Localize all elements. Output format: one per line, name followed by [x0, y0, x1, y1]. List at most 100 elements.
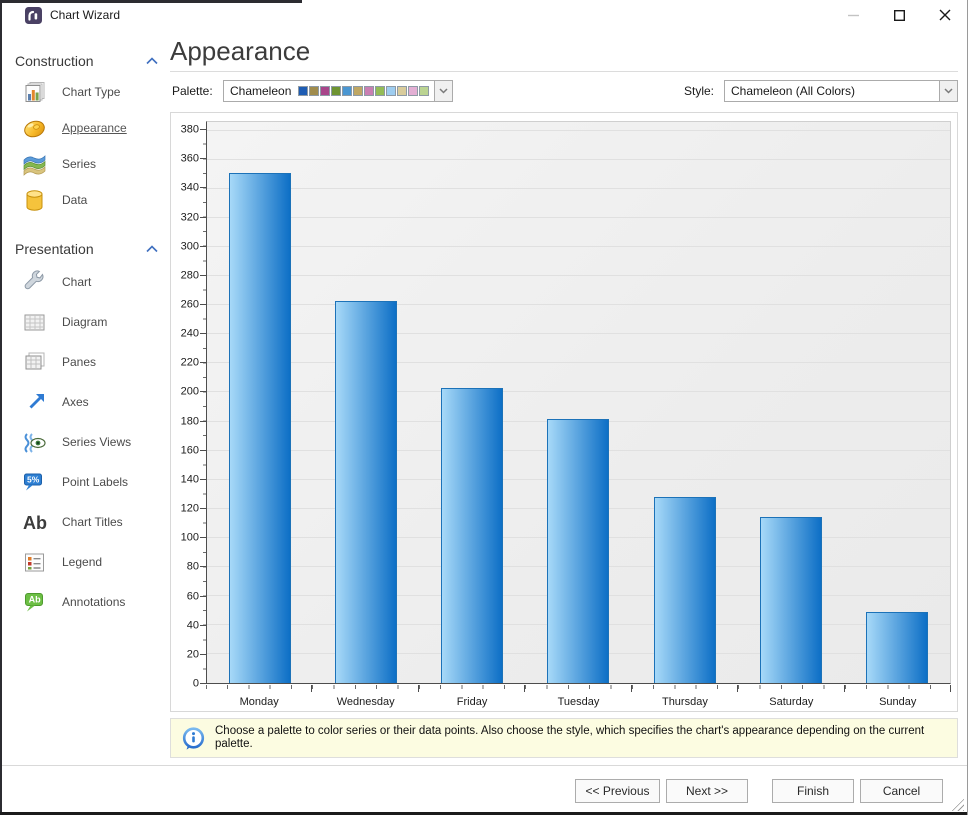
- next-button[interactable]: Next >>: [666, 779, 748, 803]
- y-tick-label: 240: [173, 329, 199, 340]
- x-tick-label: Monday: [206, 696, 312, 708]
- bar-saturday: [760, 517, 822, 683]
- y-tick-label: 220: [173, 358, 199, 369]
- sidebar-item-label: Diagram: [62, 315, 107, 329]
- bar-series: [207, 122, 950, 683]
- palette-combobox[interactable]: Chameleon: [223, 80, 453, 102]
- y-tick-label: 160: [173, 445, 199, 456]
- bar-friday: [441, 388, 503, 683]
- x-tick-label: Thursday: [632, 696, 738, 708]
- x-tick-label: Wednesday: [312, 696, 418, 708]
- x-tick-label: Saturday: [738, 696, 844, 708]
- y-tick-label: 380: [173, 125, 199, 136]
- section-label: Construction: [15, 53, 94, 69]
- sidebar-item-legend[interactable]: Legend: [15, 542, 168, 582]
- section-header-presentation[interactable]: Presentation: [15, 236, 168, 262]
- appearance-toolbar: Palette: Chameleon Style: Chameleon (All…: [170, 80, 958, 102]
- bar-slot: [632, 122, 738, 683]
- style-dropdown-button[interactable]: [939, 81, 957, 101]
- resize-grip[interactable]: [950, 797, 964, 811]
- sidebar-item-label: Chart: [62, 275, 91, 289]
- palette-swatch: [397, 86, 407, 96]
- style-value: Chameleon (All Colors): [731, 84, 855, 98]
- palette-swatch: [298, 86, 308, 96]
- series-icon: [21, 151, 48, 178]
- bar-tuesday: [547, 419, 609, 683]
- sidebar-item-label: Data: [62, 193, 87, 207]
- sidebar-item-label: Appearance: [62, 121, 127, 135]
- palette-swatch: [353, 86, 363, 96]
- close-button[interactable]: [922, 0, 968, 30]
- sidebar-item-appearance[interactable]: Appearance: [15, 110, 168, 146]
- background-window-edge: [0, 0, 2, 815]
- y-tick-label: 280: [173, 270, 199, 281]
- x-tick-label: Tuesday: [525, 696, 631, 708]
- bar-slot: [313, 122, 419, 683]
- y-tick-label: 300: [173, 241, 199, 252]
- sidebar-item-chart[interactable]: Chart: [15, 262, 168, 302]
- palette-swatch: [320, 86, 330, 96]
- sidebar-item-label: Annotations: [62, 595, 125, 609]
- y-tick-label: 0: [173, 679, 199, 690]
- window-title: Chart Wizard: [50, 8, 120, 22]
- chart-titles-icon: Ab: [21, 509, 48, 536]
- sidebar-item-annotations[interactable]: Ab Annotations: [15, 582, 168, 622]
- x-axis-labels: MondayWednesdayFridayTuesdayThursdaySatu…: [206, 696, 951, 708]
- section-header-construction[interactable]: Construction: [15, 48, 168, 74]
- maximize-icon: [894, 10, 905, 21]
- palette-swatch: [331, 86, 341, 96]
- sidebar-item-series-views[interactable]: Series Views: [15, 422, 168, 462]
- sidebar-item-diagram[interactable]: Diagram: [15, 302, 168, 342]
- chevron-down-icon: [439, 88, 448, 94]
- section-label: Presentation: [15, 241, 94, 257]
- cancel-button[interactable]: Cancel: [860, 779, 943, 803]
- sidebar-item-point-labels[interactable]: 5% Point Labels: [15, 462, 168, 502]
- maximize-button[interactable]: [876, 0, 922, 30]
- svg-text:Ab: Ab: [23, 513, 47, 533]
- y-tick-label: 20: [173, 649, 199, 660]
- palette-dropdown-button[interactable]: [434, 81, 452, 101]
- sidebar-item-label: Chart Type: [62, 85, 120, 99]
- app-icon: [25, 7, 42, 24]
- appearance-icon: [21, 115, 48, 142]
- y-tick-label: 80: [173, 562, 199, 573]
- y-tick-label: 260: [173, 299, 199, 310]
- data-icon: [21, 187, 48, 214]
- chart-preview: 0204060801001201401601802002202402602803…: [170, 112, 958, 712]
- chevron-down-icon: [944, 88, 953, 94]
- palette-swatch: [309, 86, 319, 96]
- sidebar-item-chart-titles[interactable]: Ab Chart Titles: [15, 502, 168, 542]
- palette-swatch: [364, 86, 374, 96]
- bar-slot: [525, 122, 631, 683]
- sidebar-item-series[interactable]: Series: [15, 146, 168, 182]
- bar-thursday: [654, 497, 716, 683]
- bar-slot: [844, 122, 950, 683]
- sidebar-item-label: Series: [62, 157, 96, 171]
- style-combobox[interactable]: Chameleon (All Colors): [724, 80, 958, 102]
- title-bar: Chart Wizard: [0, 0, 968, 30]
- presentation-items: Chart Diagram Panes: [15, 262, 168, 622]
- sidebar-item-label: Series Views: [62, 435, 131, 449]
- finish-button[interactable]: Finish: [772, 779, 854, 803]
- window-controls: [830, 0, 968, 30]
- previous-button[interactable]: << Previous: [575, 779, 660, 803]
- chart-type-icon: [21, 79, 48, 106]
- palette-label: Palette:: [172, 84, 213, 98]
- y-tick-label: 120: [173, 504, 199, 515]
- sidebar-item-label: Panes: [62, 355, 96, 369]
- sidebar-item-axes[interactable]: Axes: [15, 382, 168, 422]
- palette-swatch: [375, 86, 385, 96]
- sidebar-item-panes[interactable]: Panes: [15, 342, 168, 382]
- legend-icon: [21, 549, 48, 576]
- x-axis-ticks: [206, 685, 951, 693]
- chevron-up-icon: [146, 57, 158, 65]
- chevron-up-icon: [146, 245, 158, 253]
- y-tick-label: 100: [173, 533, 199, 544]
- sidebar-item-chart-type[interactable]: Chart Type: [15, 74, 168, 110]
- sidebar-item-data[interactable]: Data: [15, 182, 168, 218]
- heading-separator: [170, 71, 958, 72]
- y-tick-label: 140: [173, 474, 199, 485]
- minimize-button[interactable]: [830, 0, 876, 30]
- plot-area: [206, 121, 951, 684]
- chart-wizard-dialog: Chart Wizard Construction: [0, 0, 968, 815]
